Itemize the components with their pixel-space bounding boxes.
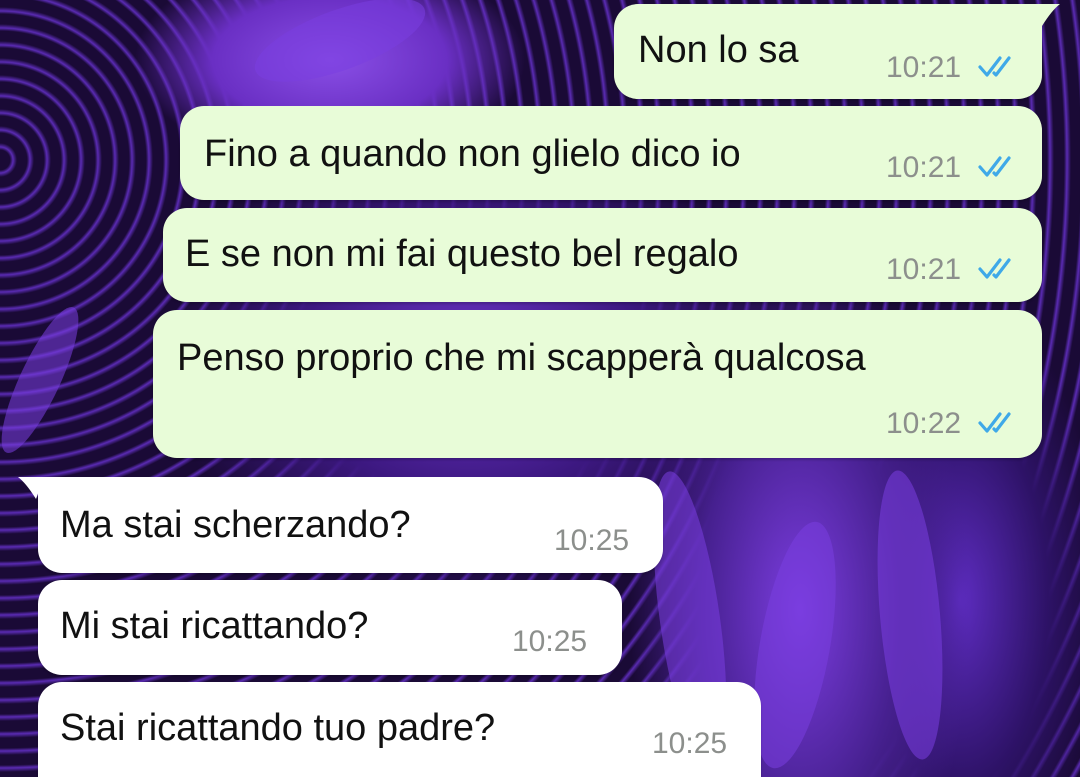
message-time: 10:22: [886, 407, 962, 440]
message-text: Stai ricattando tuo padre?: [60, 707, 496, 749]
message-text: Penso proprio che mi scapperà qualcosa: [177, 337, 866, 379]
message-text: Non lo sa: [638, 29, 799, 71]
message-text: Ma stai scherzando?: [60, 504, 411, 546]
message-text: E se non mi fai questo bel regalo: [185, 233, 739, 275]
bubble-tail: [18, 477, 44, 499]
read-double-check-icon: [978, 412, 1011, 433]
message-time: 10:25: [554, 524, 630, 557]
message-bubble-incoming[interactable]: Stai ricattando tuo padre? 10:25: [38, 682, 761, 777]
message-text: Mi stai ricattando?: [60, 605, 369, 647]
message-bubble-outgoing[interactable]: Non lo sa 10:21: [614, 4, 1060, 99]
message-time: 10:25: [512, 625, 588, 658]
message-bubble-incoming[interactable]: Mi stai ricattando? 10:25: [38, 580, 622, 675]
message-bubble-outgoing[interactable]: Penso proprio che mi scapperà qualcosa 1…: [153, 310, 1042, 458]
message-bubble-outgoing[interactable]: Fino a quando non glielo dico io 10:21: [180, 106, 1042, 200]
read-double-check-icon: [978, 56, 1011, 77]
message-time: 10:21: [886, 51, 962, 84]
message-bubble-incoming[interactable]: Ma stai scherzando? 10:25: [18, 477, 663, 573]
bubble-tail: [1034, 4, 1060, 26]
message-text: Fino a quando non glielo dico io: [204, 133, 741, 175]
message-time: 10:25: [652, 727, 728, 760]
read-double-check-icon: [978, 156, 1011, 177]
message-time: 10:21: [886, 253, 962, 286]
message-time: 10:21: [886, 151, 962, 184]
read-double-check-icon: [978, 258, 1011, 279]
message-bubble-outgoing[interactable]: E se non mi fai questo bel regalo 10:21: [163, 208, 1042, 302]
